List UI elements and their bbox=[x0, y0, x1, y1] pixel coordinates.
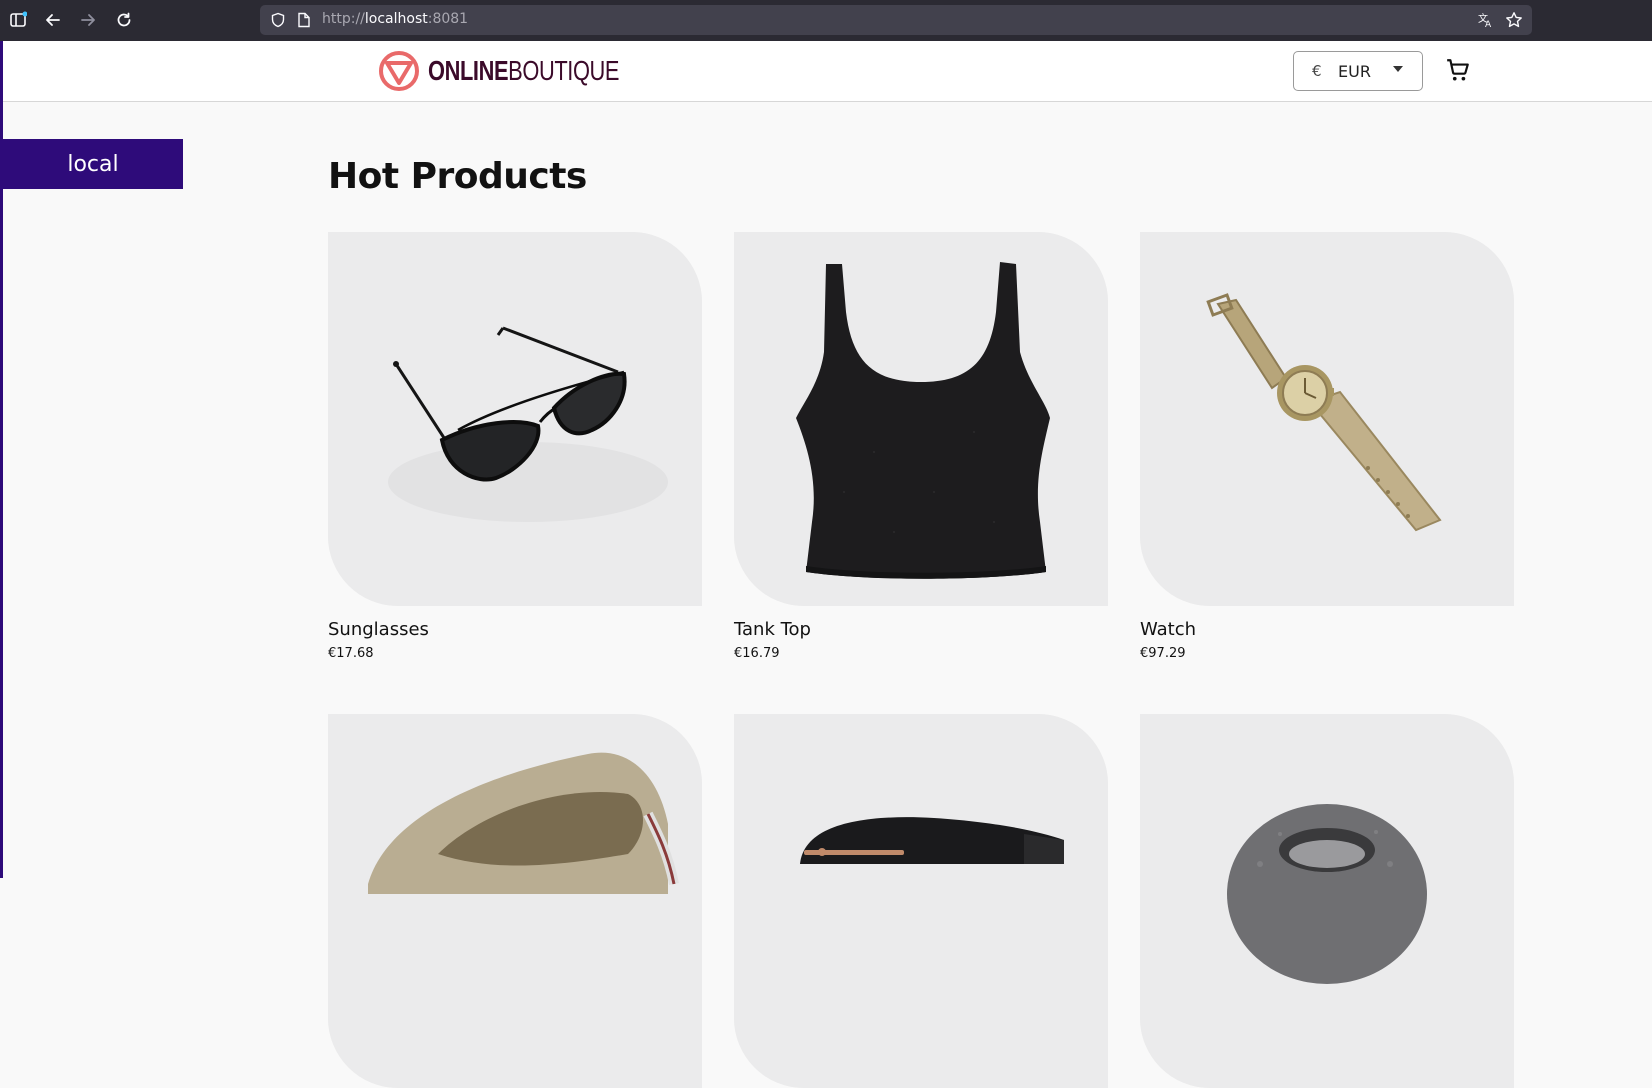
cart-icon bbox=[1447, 59, 1469, 81]
back-icon[interactable] bbox=[41, 8, 65, 32]
caret-down-icon bbox=[1393, 66, 1403, 72]
site-header: ONLINEBOUTIQUE € EUR bbox=[3, 41, 1652, 102]
product-card-watch[interactable]: Watch €97.29 bbox=[1140, 232, 1514, 661]
page-icon[interactable] bbox=[294, 10, 314, 30]
product-card-sunglasses[interactable]: Sunglasses €17.68 bbox=[328, 232, 702, 661]
product-card-loafers[interactable] bbox=[328, 714, 702, 1088]
product-image[interactable] bbox=[328, 232, 702, 606]
watch-icon bbox=[1140, 232, 1514, 606]
product-price: €97.29 bbox=[1140, 646, 1186, 661]
browser-toolbar: http://localhost:8081 文A bbox=[0, 0, 1652, 41]
product-image[interactable] bbox=[1140, 232, 1514, 606]
sunglasses-icon bbox=[328, 232, 702, 606]
forward-icon[interactable] bbox=[76, 8, 100, 32]
environment-badge: local bbox=[3, 139, 183, 189]
currency-select[interactable]: € EUR bbox=[1293, 51, 1423, 91]
bookmark-star-icon[interactable] bbox=[1504, 10, 1524, 30]
product-name[interactable]: Watch bbox=[1140, 619, 1514, 640]
svg-text:A: A bbox=[1485, 20, 1492, 29]
product-price: €16.79 bbox=[734, 646, 780, 661]
cart-button[interactable] bbox=[1445, 57, 1471, 83]
product-card-candle-holder[interactable] bbox=[1140, 714, 1514, 1088]
product-card-hairdryer[interactable] bbox=[734, 714, 1108, 1088]
product-image[interactable] bbox=[1140, 714, 1514, 1088]
section-title: Hot Products bbox=[328, 156, 587, 197]
product-name[interactable]: Tank Top bbox=[734, 619, 1108, 640]
product-image[interactable] bbox=[734, 232, 1108, 606]
url-scheme: http:// bbox=[322, 11, 365, 27]
sidebar-toggle-icon[interactable] bbox=[6, 8, 30, 32]
url-text[interactable]: http://localhost:8081 bbox=[322, 11, 468, 27]
product-card-tank-top[interactable]: Tank Top €16.79 bbox=[734, 232, 1108, 661]
product-image[interactable] bbox=[328, 714, 702, 1088]
product-image[interactable] bbox=[734, 714, 1108, 1088]
logo-text-thin: BOUTIQUE bbox=[508, 55, 620, 86]
logo-text-bold: ONLINE bbox=[428, 55, 509, 86]
page: ONLINEBOUTIQUE € EUR local Hot Products bbox=[0, 41, 1652, 1088]
address-bar[interactable]: http://localhost:8081 文A bbox=[260, 5, 1532, 35]
logo-mark-icon bbox=[379, 51, 419, 91]
translate-icon[interactable]: 文A bbox=[1476, 10, 1496, 30]
product-price: €17.68 bbox=[328, 646, 374, 661]
currency-symbol: € bbox=[1312, 62, 1322, 80]
url-host: localhost bbox=[364, 11, 428, 27]
shield-icon[interactable] bbox=[268, 10, 288, 30]
candle-holder-icon bbox=[1140, 714, 1514, 1088]
reload-icon[interactable] bbox=[112, 8, 136, 32]
logo-text: ONLINEBOUTIQUE bbox=[428, 55, 620, 87]
loafers-icon bbox=[328, 714, 702, 1088]
logo[interactable]: ONLINEBOUTIQUE bbox=[378, 50, 673, 92]
tank-top-icon bbox=[734, 232, 1108, 606]
currency-code: EUR bbox=[1338, 62, 1371, 81]
url-port: :8081 bbox=[427, 11, 469, 27]
hairdryer-icon bbox=[734, 714, 1108, 1088]
product-name[interactable]: Sunglasses bbox=[328, 619, 702, 640]
